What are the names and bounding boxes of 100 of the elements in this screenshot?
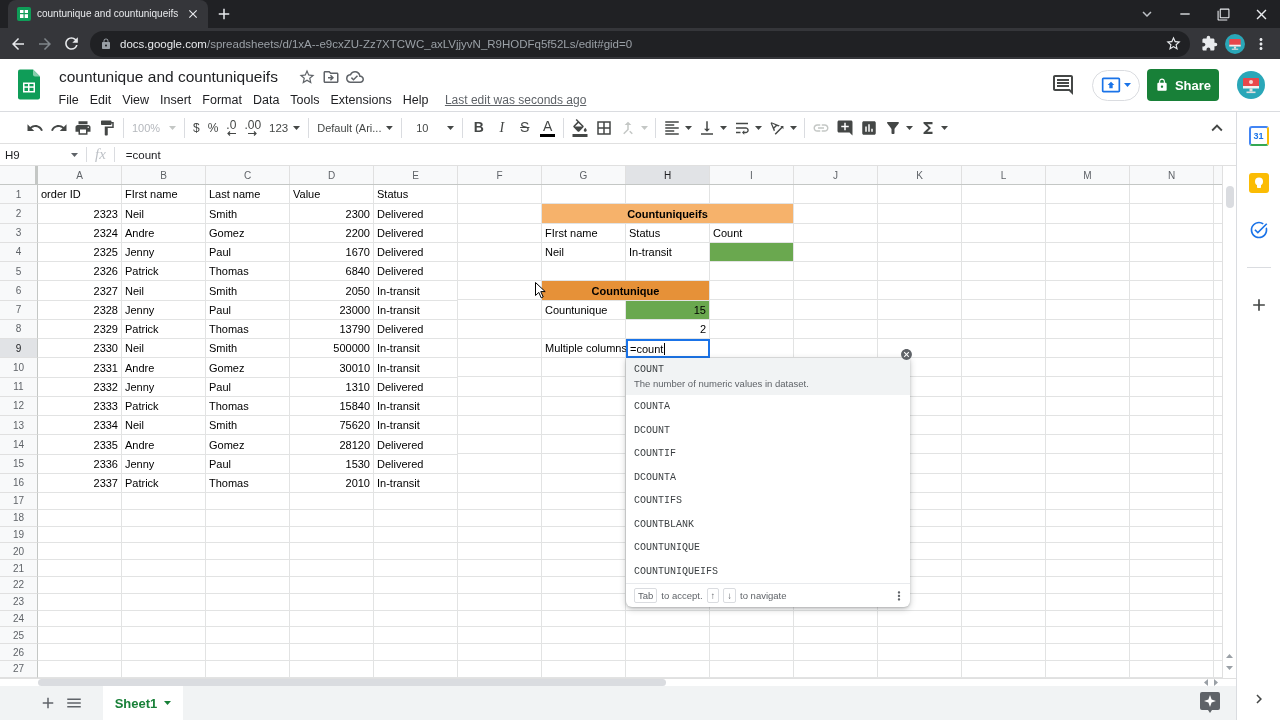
lock-icon [1154,78,1169,92]
increase-decimal-button[interactable]: .00 [240,115,266,140]
menu-item[interactable]: Help [397,91,434,109]
font-select[interactable]: Default (Ari... [313,115,398,140]
row-header[interactable]: 3 [0,223,38,243]
decrease-decimal-button[interactable]: .0 [222,115,241,140]
row-header[interactable]: 7 [0,300,38,320]
row-header[interactable]: 17 [0,493,38,510]
share-button[interactable]: Share [1147,69,1219,101]
suggestion-item[interactable]: COUNTUNIQUEIFS [626,559,910,583]
reload-icon[interactable] [62,34,81,53]
explore-icon[interactable] [1200,692,1220,714]
add-comment-icon[interactable] [836,118,855,137]
row-header[interactable]: 16 [0,473,38,493]
menu-item[interactable]: Insert [154,91,197,109]
number-format-button[interactable]: 123 [265,115,305,140]
menu-item[interactable]: View [116,91,155,109]
folder-move-icon[interactable] [321,68,340,86]
menu-item[interactable]: Extensions [325,91,398,109]
puzzle-piece-icon[interactable] [1200,35,1218,52]
scrollbar-thumb[interactable] [38,679,666,686]
chart-icon[interactable] [860,118,879,137]
close-icon[interactable] [186,7,200,21]
menu-item[interactable]: File [53,91,85,109]
scroll-up-icon[interactable] [1226,654,1233,658]
row-header[interactable]: 2 [0,204,38,224]
row-header[interactable]: 1 [0,185,38,205]
avatar-icon[interactable] [1225,33,1245,54]
name-box[interactable]: H9 [0,143,86,166]
restore-icon[interactable] [1216,7,1230,21]
row-header[interactable]: 4 [0,242,38,262]
cloud-check-icon[interactable] [345,68,364,86]
row-header[interactable]: 8 [0,319,38,339]
menu-item[interactable]: Tools [284,91,326,109]
row-header[interactable]: 26 [0,644,38,661]
calendar-icon[interactable]: 31 [1248,126,1269,146]
menu-item[interactable]: Format [196,91,248,109]
caret-icon[interactable] [906,125,914,130]
suggestion-item[interactable]: COUNTIFS [626,489,910,513]
table-cell: 15 [626,300,710,320]
row-header[interactable]: 10 [0,358,38,378]
row-header[interactable]: 13 [0,416,38,436]
print-icon[interactable] [74,118,92,137]
suggestion-item[interactable]: COUNTUNIQUE [626,536,910,560]
percent-format-button[interactable]: % [203,115,223,140]
row-header[interactable]: 14 [0,435,38,455]
suggestion-item[interactable]: DCOUNT [626,418,910,442]
spreadsheet-icon [17,7,31,21]
cell-editor[interactable]: =count [626,339,710,359]
row-header[interactable]: 6 [0,281,38,301]
caret-icon[interactable] [790,125,798,130]
caret-icon[interactable] [755,125,763,130]
star-icon[interactable] [297,68,316,86]
close-icon[interactable] [900,348,913,361]
caret-icon[interactable] [685,125,693,130]
comment-icon[interactable] [1051,73,1075,97]
suggestion-item[interactable]: COUNTIF [626,442,910,466]
row-header[interactable]: 21 [0,560,38,577]
row-header[interactable]: 12 [0,396,38,416]
address-bar[interactable]: docs.google.com/spreadsheets/d/1xA--e9cxZU-Zz7XTCWC_axLVjjyvN_R9HODFq5f52Ls/edit#gid=0 [90,30,1190,57]
strikethrough-button[interactable]: S [513,115,537,140]
last-edit-link[interactable]: Last edit was seconds ago [444,93,587,107]
present-icon [1101,75,1121,95]
row-header[interactable]: 11 [0,377,38,397]
suggestion-item[interactable]: COUNTBLANK [626,512,910,536]
currency-format-button[interactable]: $ [189,115,204,140]
caret-icon[interactable] [941,125,949,130]
suggestion-item[interactable]: COUNTA [626,395,910,419]
row-header[interactable]: 25 [0,627,38,645]
function-description: The number of numeric values in dataset. [634,378,809,389]
text-color-button[interactable]: A [536,115,560,140]
row-header[interactable]: 15 [0,454,38,474]
suggestion-item[interactable]: COUNT The number of numeric values in dataset. [626,358,910,395]
row-header[interactable]: 5 [0,262,38,282]
spreadsheet-logo-icon[interactable] [18,69,40,100]
browser-tab[interactable]: countunique and countuniqueifs [8,0,208,28]
menu-item[interactable]: Edit [84,91,117,109]
row-header[interactable]: 20 [0,543,38,561]
paint-bucket-icon[interactable] [571,118,590,137]
formula-input[interactable]: =count [125,144,1236,165]
caret-icon [1124,83,1131,87]
caret-icon [71,152,78,157]
sheet-tab[interactable]: Sheet1 [103,686,183,720]
star-icon[interactable] [1165,35,1182,52]
bold-button[interactable]: B [467,115,491,140]
scrollbar-thumb[interactable] [1225,186,1234,208]
menu-item[interactable]: Data [247,91,285,109]
caret-icon[interactable] [720,125,728,130]
document-title[interactable]: countunique and countuniqueifs [59,68,278,86]
font-size-select[interactable]: 10 [406,115,459,140]
scroll-right-icon[interactable] [1214,679,1218,686]
borders-icon[interactable] [595,118,614,137]
italic-button[interactable]: I [490,115,514,140]
suggestion-item[interactable]: DCOUNTA [626,465,910,489]
row-header[interactable]: 9 [0,339,38,359]
scroll-down-icon[interactable] [1226,666,1233,670]
column-header[interactable]: H [626,166,710,184]
align-left-icon[interactable] [663,118,682,137]
scroll-left-icon[interactable] [1204,679,1208,686]
paint-roller-icon[interactable] [98,118,116,137]
